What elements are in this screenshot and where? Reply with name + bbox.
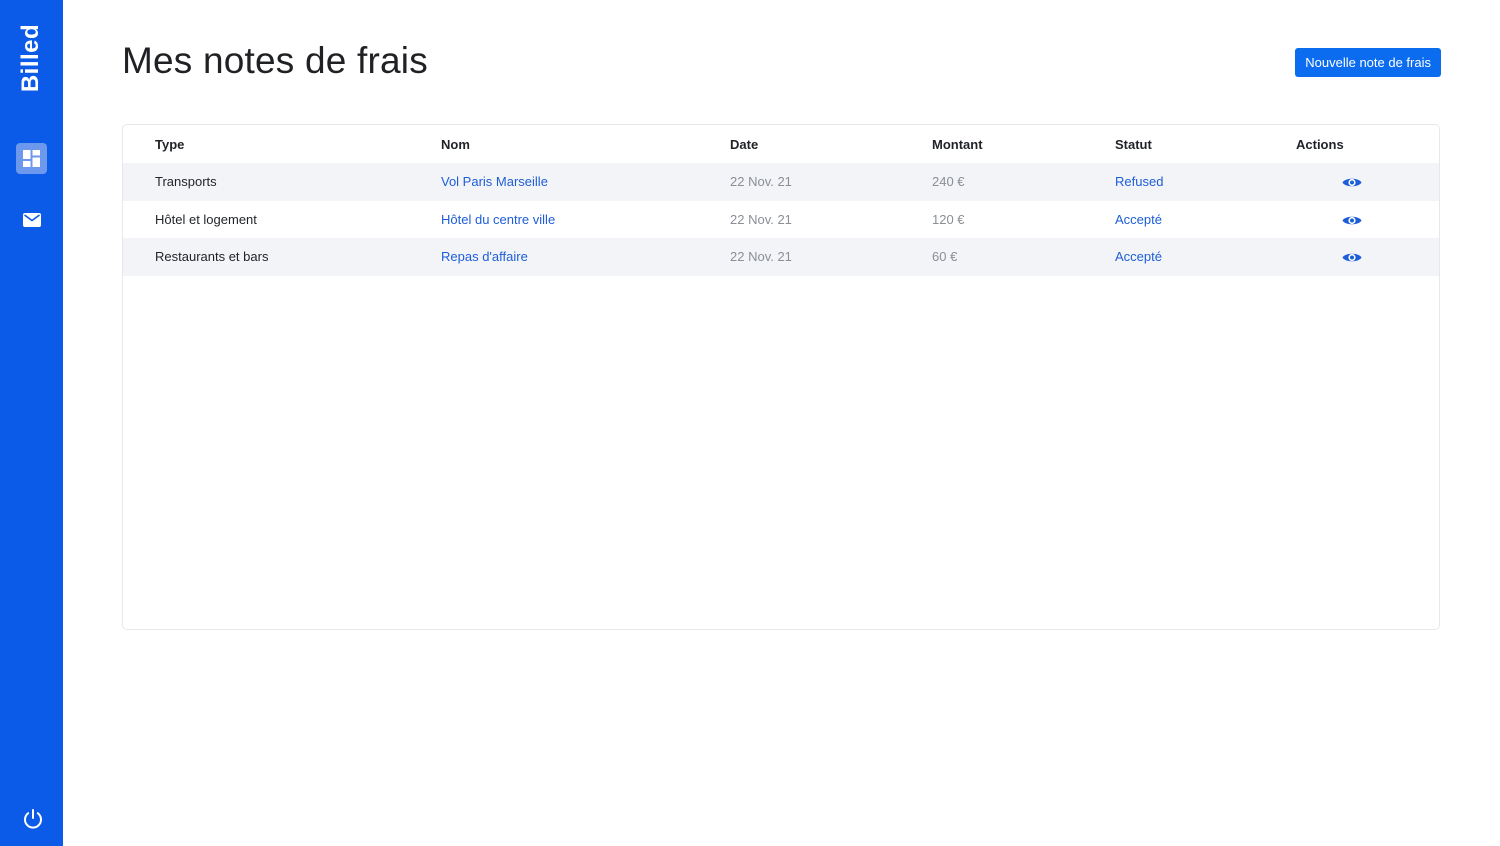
eye-icon[interactable] [1342,251,1362,264]
cell-actions [1296,238,1439,276]
cell-type: Transports [123,163,441,201]
table-row: Transports Vol Paris Marseille 22 Nov. 2… [123,163,1439,201]
eye-icon[interactable] [1342,176,1362,189]
table-row: Hôtel et logement Hôtel du centre ville … [123,201,1439,239]
cell-montant: 240 € [932,163,1115,201]
nav-mail-button[interactable] [16,204,47,235]
page-title: Mes notes de frais [122,40,428,81]
cell-actions [1296,163,1439,201]
cell-nom: Repas d'affaire [441,238,730,276]
cell-type: Restaurants et bars [123,238,441,276]
nav-dashboard-button[interactable] [16,143,47,174]
column-header-date: Date [730,136,759,152]
column-header-statut: Statut [1115,136,1152,152]
cell-type: Hôtel et logement [155,211,257,227]
cell-statut: Accepté [1115,211,1162,227]
cell-statut: Refused [1115,163,1296,201]
column-header-nom: Nom [441,136,470,152]
column-header-montant: Montant [932,136,983,152]
cell-statut: Accepté [1115,238,1296,276]
power-icon [24,809,42,829]
mail-icon [22,212,41,227]
column-header-actions: Actions [1296,136,1344,152]
cell-montant: 60 € [932,238,1115,276]
table-row: Restaurants et bars Repas d'affaire 22 N… [123,238,1439,276]
eye-icon[interactable] [1342,214,1362,227]
cell-montant: 120 € [932,211,965,227]
cell-date: 22 Nov. 21 [730,211,792,227]
cell-date: 22 Nov. 21 [730,163,932,201]
brand-logo: Billed [17,23,44,93]
cell-nom: Vol Paris Marseille [441,163,730,201]
dashboard-icon [23,150,40,167]
main-content: Mes notes de frais Nouvelle note de frai… [63,0,1500,846]
new-bill-button[interactable]: Nouvelle note de frais [1295,48,1441,77]
bills-table: Type Nom Date Montant Statut Actions Tra… [123,125,1439,276]
sidebar: Billed [0,0,63,846]
cell-actions [1296,201,1439,239]
cell-nom: Hôtel du centre ville [441,211,556,227]
bills-table-card: Type Nom Date Montant Statut Actions Tra… [122,124,1440,630]
cell-date: 22 Nov. 21 [730,238,932,276]
logout-button[interactable] [20,806,46,832]
column-header-type: Type [155,136,185,152]
table-header-row: Type Nom Date Montant Statut Actions [123,125,1439,163]
